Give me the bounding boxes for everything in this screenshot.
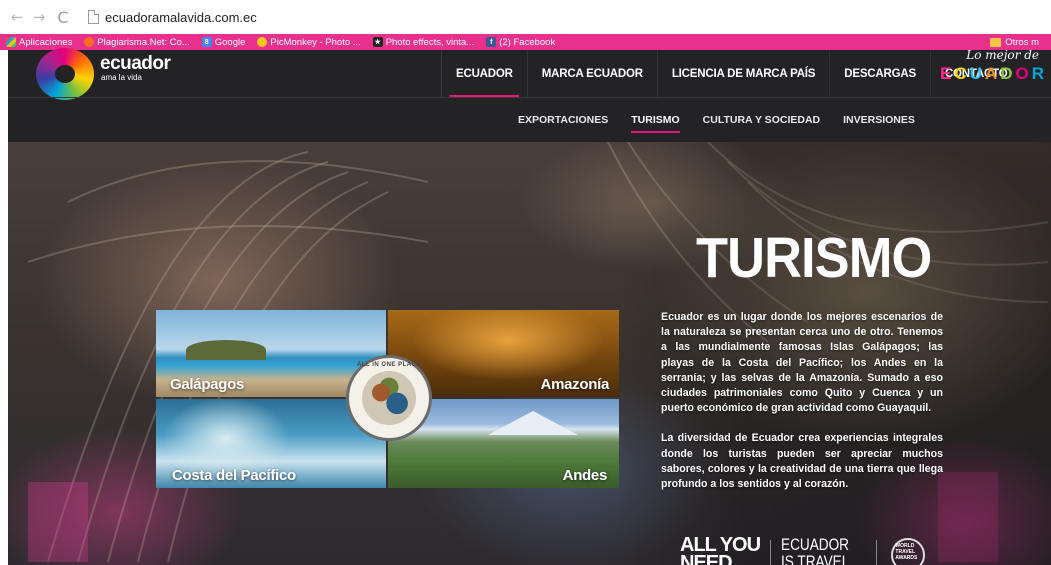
tile-label: Costa del Pacífico bbox=[172, 467, 296, 484]
bookmark-google[interactable]: 8 Google bbox=[201, 36, 246, 48]
brand-word: ECUADOR bbox=[940, 64, 1047, 84]
hero-paragraph: La diversidad de Ecuador crea experienci… bbox=[661, 432, 943, 491]
bookmarks-bar: Aplicaciones Plagiarisma.Net: Co... 8 Go… bbox=[0, 34, 1051, 50]
badge-divider bbox=[770, 540, 772, 565]
nav-licencia-de-marca-pais[interactable]: LICENCIA DE MARCA PAÍS bbox=[656, 50, 829, 98]
header-top: ecuador ama la vida ECUADOR MARCA ECUADO… bbox=[8, 48, 1051, 100]
logo-swirl-icon[interactable] bbox=[36, 48, 94, 100]
apps-icon bbox=[6, 37, 16, 47]
hero-body: Ecuador es un lugar donde los mejores es… bbox=[661, 310, 943, 507]
world-travel-awards-badge-icon[interactable]: WORLD TRAVEL AWARDS bbox=[891, 538, 926, 565]
folder-icon bbox=[990, 37, 1002, 47]
brand-letter: O bbox=[1015, 64, 1032, 83]
sub-nav: EXPORTACIONES TURISMO CULTURA Y SOCIEDAD… bbox=[518, 98, 938, 142]
picmonkey-icon bbox=[257, 37, 268, 47]
forward-arrow-icon[interactable]: → bbox=[28, 8, 50, 26]
brand-letter: R bbox=[1031, 64, 1047, 83]
plagiarisma-icon bbox=[84, 37, 95, 47]
logo-word: ecuador bbox=[100, 53, 171, 74]
hero-paragraph: Ecuador es un lugar donde los mejores es… bbox=[661, 311, 943, 415]
brand-letter: C bbox=[954, 64, 970, 83]
tile-label: Andes bbox=[562, 467, 608, 484]
address-bar: ← → C ecuadoramalavida.com.ec bbox=[0, 0, 1051, 34]
all-you-need-badge[interactable]: ALL YOU NEED bbox=[680, 535, 761, 565]
brand-script: Lo mejor de bbox=[966, 48, 1039, 62]
photo-effects-icon: ★ bbox=[372, 37, 383, 47]
bookmark-picmonkey[interactable]: PicMonkey - Photo ... bbox=[257, 36, 361, 48]
brand-letter: U bbox=[969, 64, 985, 83]
ecuador-travel-badge[interactable]: ECUADOR IS TRAVEL bbox=[781, 536, 866, 565]
tile-label: Galápagos bbox=[170, 376, 244, 393]
nav-descargas[interactable]: DESCARGAS bbox=[829, 50, 930, 98]
brand-letter: A bbox=[984, 64, 1001, 83]
bookmark-photo-effects[interactable]: ★ Photo effects, vinta... bbox=[372, 36, 475, 48]
badge-line: IS TRAVEL bbox=[781, 552, 850, 565]
bookmark-label: PicMonkey - Photo ... bbox=[270, 36, 361, 48]
subnav-cultura-y-sociedad[interactable]: CULTURA Y SOCIEDAD bbox=[703, 98, 820, 142]
brand-letter: D bbox=[1000, 64, 1016, 83]
bookmark-apps[interactable]: Aplicaciones bbox=[6, 37, 72, 48]
destinations-collage: Galápagos Amazonía Costa del Pacífico An… bbox=[156, 310, 619, 488]
bookmark-facebook[interactable]: f (2) Facebook bbox=[486, 37, 555, 48]
subnav-turismo[interactable]: TURISMO bbox=[631, 98, 681, 142]
tile-label: Amazonía bbox=[540, 376, 610, 393]
badge-line: ECUADOR bbox=[781, 535, 850, 554]
bookmark-label: Photo effects, vinta... bbox=[385, 36, 475, 48]
url-field[interactable]: ecuadoramalavida.com.ec bbox=[105, 10, 257, 25]
bookmark-label: Plagiarisma.Net: Co... bbox=[97, 36, 190, 48]
seal-text: ALL IN ONE PLACE bbox=[357, 362, 421, 368]
bookmark-label: (2) Facebook bbox=[499, 36, 556, 48]
main-nav: ECUADOR MARCA ECUADOR LICENCIA DE MARCA … bbox=[441, 50, 1021, 98]
logo-tagline: ama la vida bbox=[101, 73, 142, 82]
bookmark-other-folder[interactable]: Otros m bbox=[990, 37, 1039, 48]
bookmark-plagiarisma[interactable]: Plagiarisma.Net: Co... bbox=[84, 36, 190, 48]
subnav-exportaciones[interactable]: EXPORTACIONES bbox=[518, 98, 608, 142]
subnav-inversiones[interactable]: INVERSIONES bbox=[843, 98, 915, 142]
google-icon: 8 bbox=[201, 37, 212, 47]
hero-title: TURISMO bbox=[696, 226, 932, 290]
badge-line: WORLD TRAVEL AWARDS bbox=[895, 543, 918, 561]
bookmark-label: Aplicaciones bbox=[19, 36, 73, 48]
nav-marca-ecuador[interactable]: MARCA ECUADOR bbox=[526, 50, 657, 98]
reload-icon[interactable]: C bbox=[52, 8, 74, 27]
site-header: ecuador ama la vida ECUADOR MARCA ECUADO… bbox=[8, 48, 1051, 142]
back-arrow-icon[interactable]: ← bbox=[6, 8, 28, 26]
hero-section: Galápagos Amazonía Costa del Pacífico An… bbox=[8, 142, 1051, 565]
brand-letter: E bbox=[940, 64, 955, 83]
all-in-one-place-seal-icon: ALL IN ONE PLACE bbox=[346, 355, 432, 441]
brand-lockup[interactable]: Lo mejor de ECUADOR bbox=[940, 48, 1047, 92]
facebook-icon: f bbox=[486, 37, 497, 47]
site-logo[interactable]: ecuador ama la vida bbox=[100, 53, 171, 82]
bookmark-label: Google bbox=[214, 36, 246, 48]
page-icon bbox=[88, 10, 99, 24]
bookmark-label: Otros m bbox=[1005, 36, 1039, 48]
nav-ecuador[interactable]: ECUADOR bbox=[441, 50, 527, 98]
bottom-badges: ALL YOU NEED ECUADOR IS TRAVEL WORLD TRA… bbox=[680, 535, 926, 565]
badge-divider bbox=[876, 540, 878, 565]
